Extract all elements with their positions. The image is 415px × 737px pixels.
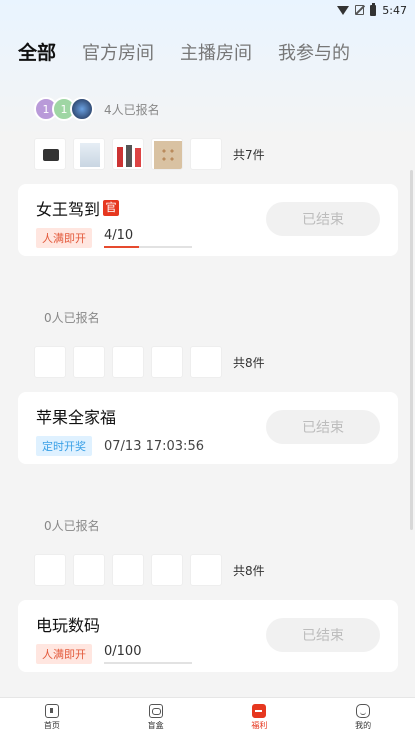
lottery-group: 0人已报名 共8件 电玩数码 人满即开 0/100 已结束 (18, 510, 398, 672)
prize-thumbnail[interactable] (73, 554, 105, 586)
nav-blind-box[interactable]: 盲盒 (104, 698, 208, 737)
lottery-card[interactable]: 女王驾到 官 人满即开 4/10 已结束 (18, 184, 398, 256)
prize-thumbnails[interactable]: 共8件 (18, 554, 398, 586)
prize-thumbnail[interactable] (151, 554, 183, 586)
prize-thumbnail[interactable] (34, 554, 66, 586)
status-time: 5:47 (382, 3, 407, 17)
tab-all[interactable]: 全部 (18, 38, 56, 65)
prize-thumbnail[interactable] (73, 138, 105, 170)
prize-thumbnail[interactable] (190, 346, 222, 378)
official-badge: 官 (103, 200, 120, 216)
lottery-title: 女王驾到 (36, 200, 101, 219)
lottery-group: 0人已报名 共8件 苹果全家福 定时开奖 07/13 17:03:56 已结束 (18, 302, 398, 464)
prize-thumbnail[interactable] (112, 346, 144, 378)
lottery-title: 苹果全家福 (36, 408, 117, 427)
registration-row: 0人已报名 (18, 302, 398, 332)
nav-home[interactable]: 首页 (0, 698, 104, 737)
lottery-group: 1 1 4人已报名 共7件 女王驾到 官 人满即开 4/10 已结束 (18, 94, 398, 256)
progress-text: 0/100 (104, 644, 142, 659)
nav-label: 我的 (355, 721, 372, 730)
draw-time: 07/13 17:03:56 (104, 438, 204, 454)
mode-tag: 人满即开 (36, 644, 92, 664)
filter-tabs: 全部 官方房间 主播房间 我参与的 (18, 38, 415, 65)
nav-welfare[interactable]: 福利 (208, 698, 312, 737)
nav-label: 首页 (43, 721, 60, 730)
ended-button[interactable]: 已结束 (266, 618, 380, 652)
registered-count: 0人已报名 (44, 518, 100, 533)
lottery-title: 电玩数码 (36, 616, 101, 635)
tab-my-participation[interactable]: 我参与的 (278, 39, 350, 65)
prize-thumbnail[interactable] (112, 138, 144, 170)
prize-thumbnail[interactable] (151, 346, 183, 378)
blind-box-icon (148, 704, 163, 718)
prize-thumbnails[interactable]: 共8件 (18, 346, 398, 378)
nav-label: 福利 (251, 721, 268, 730)
progress-bar (104, 246, 192, 248)
prize-thumbnail[interactable] (151, 138, 183, 170)
prize-thumbnail[interactable] (112, 554, 144, 586)
tab-host-rooms[interactable]: 主播房间 (180, 39, 252, 65)
prize-thumbnail[interactable] (190, 138, 222, 170)
lottery-list[interactable]: 1 1 4人已报名 共7件 女王驾到 官 人满即开 4/10 已结束 0人已报名… (0, 80, 415, 698)
prize-count: 共8件 (233, 563, 265, 578)
no-sim-icon (355, 5, 365, 15)
registration-row: 0人已报名 (18, 510, 398, 540)
prize-thumbnail[interactable] (190, 554, 222, 586)
profile-icon (356, 704, 371, 718)
nav-label: 盲盒 (147, 721, 164, 730)
ended-button[interactable]: 已结束 (266, 410, 380, 444)
prize-count: 共7件 (233, 147, 265, 162)
registration-row: 1 1 4人已报名 (18, 94, 398, 124)
battery-icon (370, 2, 377, 16)
mode-tag: 定时开奖 (36, 436, 92, 456)
registered-count: 4人已报名 (104, 102, 160, 117)
avatar (70, 97, 94, 121)
scrollbar[interactable] (410, 170, 413, 530)
mode-tag: 人满即开 (36, 228, 92, 248)
gift-icon (252, 704, 267, 718)
status-bar: 5:47 (0, 0, 415, 20)
wifi-icon (337, 5, 350, 15)
prize-count: 共8件 (233, 355, 265, 370)
ended-button[interactable]: 已结束 (266, 202, 380, 236)
prize-thumbnail[interactable] (34, 346, 66, 378)
lottery-card[interactable]: 电玩数码 人满即开 0/100 已结束 (18, 600, 398, 672)
registered-count: 0人已报名 (44, 310, 100, 325)
progress-bar (104, 662, 192, 664)
prize-thumbnail[interactable] (34, 138, 66, 170)
prize-thumbnails[interactable]: 共7件 (18, 138, 398, 170)
progress-fill (104, 246, 140, 248)
tab-official-rooms[interactable]: 官方房间 (82, 39, 154, 65)
lottery-card[interactable]: 苹果全家福 定时开奖 07/13 17:03:56 已结束 (18, 392, 398, 464)
nav-mine[interactable]: 我的 (311, 698, 415, 737)
avatar-stack: 1 1 (34, 97, 94, 121)
progress-text: 4/10 (104, 228, 134, 243)
prize-thumbnail[interactable] (73, 346, 105, 378)
bottom-nav: 首页 盲盒 福利 我的 (0, 697, 415, 737)
home-icon (44, 704, 59, 718)
